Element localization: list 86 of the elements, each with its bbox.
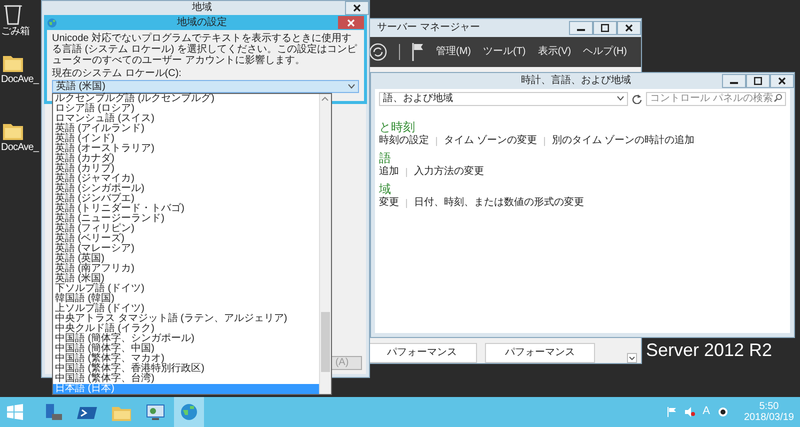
- menu-item[interactable]: ツール(T): [482, 46, 526, 58]
- list-option[interactable]: 英語 (英国): [53, 254, 319, 264]
- list-option[interactable]: 英語 (トリニダード・トバゴ): [53, 204, 319, 214]
- list-option[interactable]: 英語 (シンガポール): [53, 184, 319, 194]
- dialog-title: 地域の設定: [177, 16, 227, 28]
- list-option[interactable]: 中央アトラス タマジット語 (ラテン、アルジェリア): [53, 314, 319, 324]
- list-option[interactable]: 中国語 (繁体字、台湾): [53, 374, 319, 384]
- list-option[interactable]: ロマンシュ語 (スイス): [53, 114, 319, 124]
- close-icon: [353, 4, 361, 12]
- search-field[interactable]: コントロール パネルの検索: [646, 92, 786, 106]
- globe-icon: [47, 18, 57, 28]
- list-option[interactable]: 中国語 (簡体字、中国): [53, 344, 319, 354]
- list-option[interactable]: 中国語 (簡体字、シンガポール): [53, 334, 319, 344]
- list-option[interactable]: 英語 (インド): [53, 134, 319, 144]
- desktop-icon-label[interactable]: ごみ箱: [1, 26, 30, 38]
- field-label: 現在のシステム ロケール(C):: [52, 68, 182, 79]
- maximize-icon: [601, 24, 609, 32]
- window-title: 地域: [192, 2, 212, 14]
- window-title: 時計、言語、および地域: [521, 75, 631, 87]
- close-icon: [347, 18, 355, 26]
- list-option[interactable]: 英語 (マレーシア): [53, 244, 319, 254]
- minimize-button[interactable]: [722, 74, 746, 88]
- list-option[interactable]: 英語 (南アフリカ): [53, 264, 319, 274]
- close-button[interactable]: [345, 1, 369, 15]
- tile[interactable]: パフォーマンス: [485, 343, 595, 363]
- list-option[interactable]: 英語 (アイルランド): [53, 124, 319, 134]
- monitor-icon[interactable]: [145, 402, 165, 422]
- start-icon[interactable]: [7, 404, 23, 420]
- branding-text: Server 2012 R2: [646, 340, 772, 362]
- close-icon: [778, 77, 786, 85]
- server-icon[interactable]: [43, 402, 63, 422]
- scrollbar[interactable]: [319, 94, 331, 394]
- maximize-button[interactable]: [593, 21, 617, 35]
- link[interactable]: 日付、時刻、または数値の形式の変更: [414, 197, 584, 209]
- link[interactable]: 時刻の設定: [379, 135, 429, 147]
- list-option[interactable]: ロシア語 (ロシア): [53, 104, 319, 114]
- section-heading[interactable]: と時刻: [379, 120, 415, 134]
- list-option[interactable]: 英語 (ニュージーランド): [53, 214, 319, 224]
- description-text: Unicode 対応でないプログラムでテキストを表示するときに使用する言語 (システム ロケール) を選択してください。この設定はコンピューターのすべてのユーザー アカウントに影響します。: [52, 33, 358, 66]
- flag-icon[interactable]: [412, 43, 424, 61]
- link[interactable]: タイム ゾーンの変更: [444, 135, 537, 147]
- list-option[interactable]: 英語 (フィリピン): [53, 224, 319, 234]
- list-option[interactable]: 英語 (米国): [53, 274, 319, 284]
- chevron-down-icon[interactable]: [617, 96, 624, 101]
- section-heading[interactable]: 域: [379, 182, 391, 196]
- link[interactable]: 別のタイム ゾーンの時計の追加: [552, 135, 695, 147]
- list-option[interactable]: ルクセンブルグ語 (ルクセンブルグ): [53, 94, 319, 104]
- list-option[interactable]: 英語 (ジャマイカ): [53, 174, 319, 184]
- list-option[interactable]: 英語 (ジンバブエ): [53, 194, 319, 204]
- desktop-icon-label[interactable]: DocAve_: [1, 142, 39, 154]
- address-text: 語、および地域: [383, 93, 453, 105]
- list-option[interactable]: 英語 (ベリーズ): [53, 234, 319, 244]
- link[interactable]: 追加: [379, 166, 399, 178]
- maximize-icon: [754, 77, 762, 85]
- close-icon: [625, 24, 633, 32]
- menu-item[interactable]: 管理(M): [436, 46, 471, 58]
- menu-item[interactable]: ヘルプ(H): [583, 46, 627, 58]
- list-option[interactable]: 中国語 (繁体字、マカオ): [53, 354, 319, 364]
- link[interactable]: 入力方法の変更: [414, 166, 484, 178]
- scrollbar-thumb[interactable]: [321, 312, 330, 372]
- tile[interactable]: パフォーマンス: [367, 343, 477, 363]
- chevron-down-icon[interactable]: [348, 84, 355, 89]
- address-bar[interactable]: 語、および地域: [379, 92, 628, 106]
- speaker-icon[interactable]: [684, 407, 695, 417]
- link[interactable]: 変更: [379, 197, 399, 209]
- list-option[interactable]: 下ソルブ語 (ドイツ): [53, 284, 319, 294]
- locale-dropdown[interactable]: 英語 (米国): [52, 80, 359, 93]
- refresh-icon[interactable]: [632, 94, 642, 104]
- section-heading[interactable]: 語: [379, 151, 391, 165]
- desktop-icon-label[interactable]: DocAve_: [1, 74, 39, 86]
- menu-item[interactable]: 表示(V): [538, 46, 572, 58]
- search-icon[interactable]: [774, 94, 782, 102]
- list-option[interactable]: 中国語 (繁体字、香港特別行政区): [53, 364, 319, 374]
- circle-icon[interactable]: [718, 407, 728, 417]
- close-button[interactable]: [770, 74, 794, 88]
- close-button[interactable]: [617, 21, 641, 35]
- list-option[interactable]: 上ソルブ語 (ドイツ): [53, 304, 319, 314]
- maximize-button[interactable]: [746, 74, 770, 88]
- chevron-down-icon[interactable]: [627, 353, 637, 363]
- list-option[interactable]: 中央クルド語 (イラク): [53, 324, 319, 334]
- list-option[interactable]: 英語 (オーストラリア): [53, 144, 319, 154]
- list-option[interactable]: 英語 (カナダ): [53, 154, 319, 164]
- minimize-button[interactable]: [569, 21, 593, 35]
- list-option[interactable]: 英語 (カリブ): [53, 164, 319, 174]
- list-option[interactable]: 韓国語 (韓国): [53, 294, 319, 304]
- window-title: サーバー マネージャー: [377, 22, 480, 34]
